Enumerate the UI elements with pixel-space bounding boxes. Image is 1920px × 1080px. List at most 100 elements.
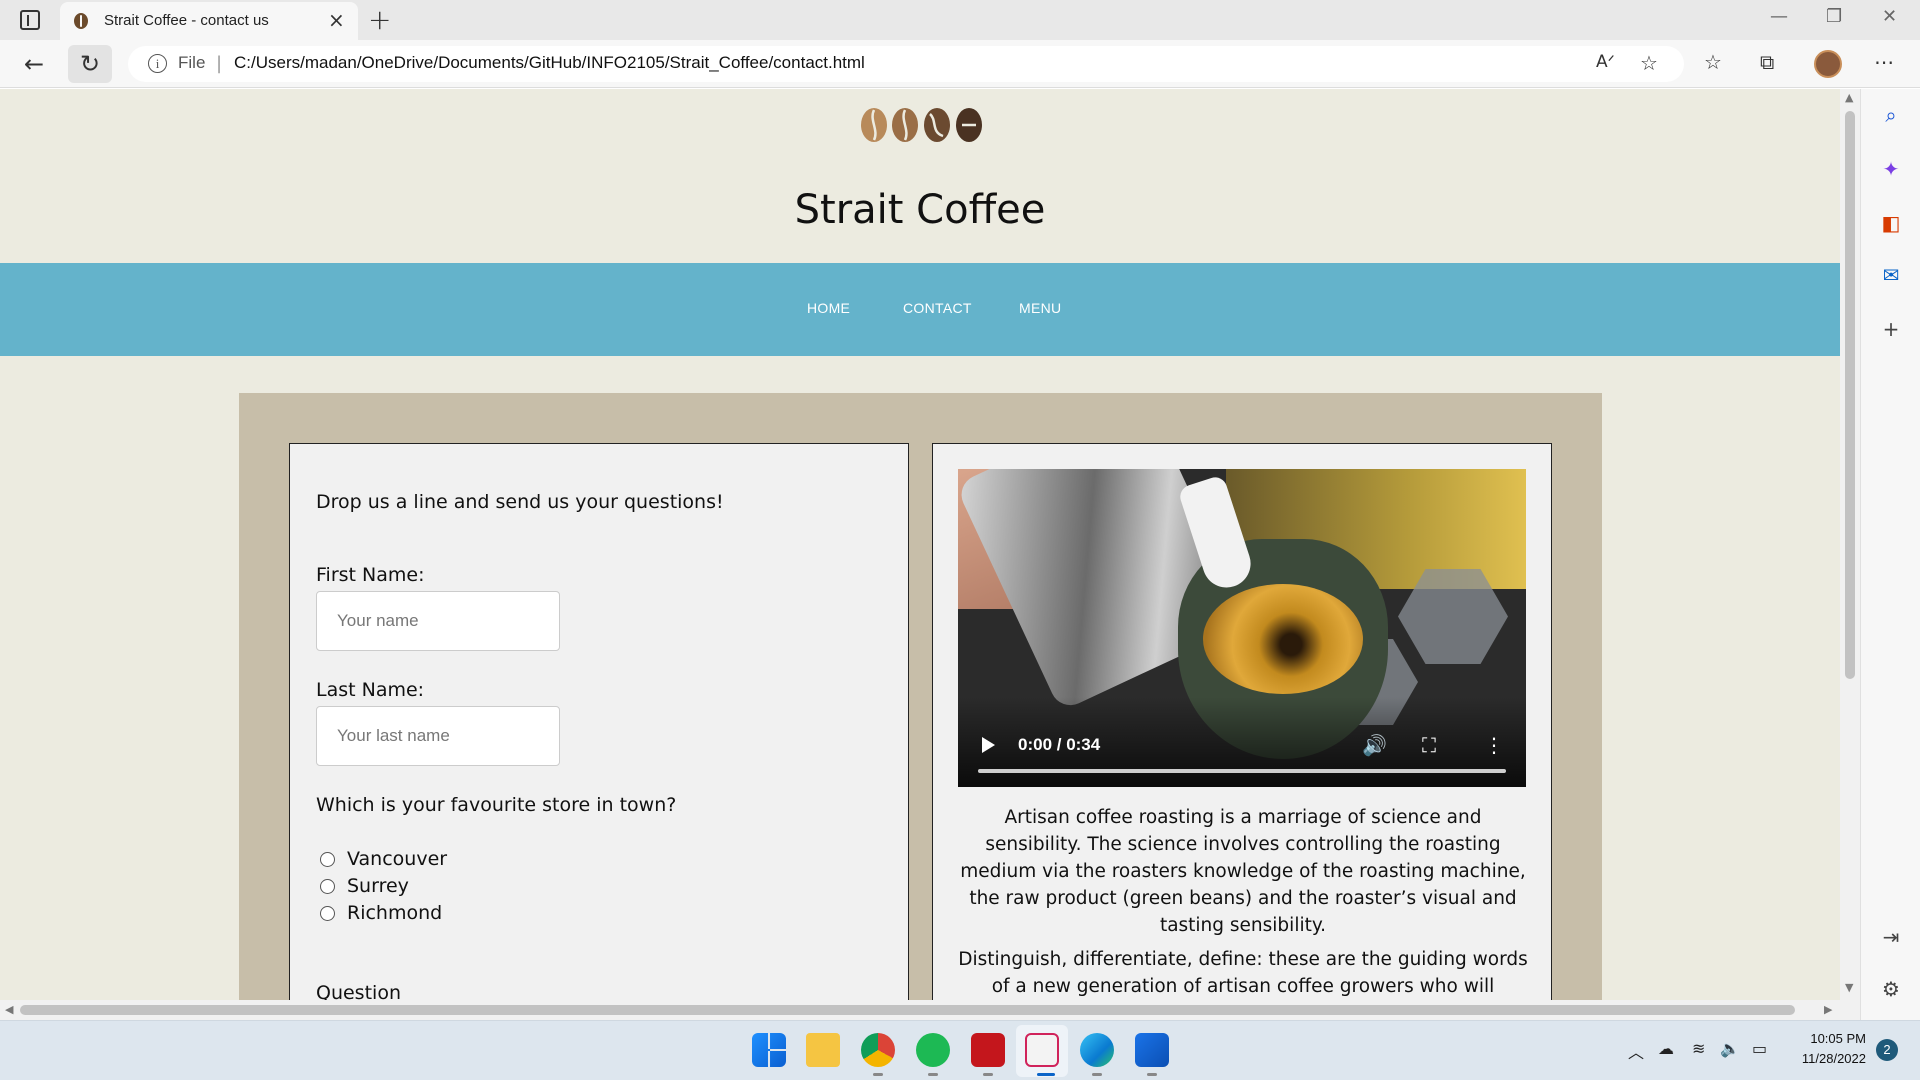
store-label: Vancouver [347,848,448,870]
last-name-input[interactable] [316,706,560,766]
add-sidebar-app-icon[interactable]: + [1879,317,1903,341]
horizontal-scroll-thumb[interactable] [20,1005,1795,1015]
add-favorite-icon[interactable]: ☆ [1640,51,1658,75]
restore-icon[interactable]: ❐ [1826,6,1842,27]
page-viewport: Strait Coffee HOME CONTACT MENU Drop us … [0,89,1840,1000]
nav-menu[interactable]: MENU [1019,300,1061,316]
windows-taskbar: ︿ ☁ ≋ 🔈 ▭ 10:05 PM 11/28/2022 2 [0,1020,1920,1080]
running-indicator [1037,1073,1055,1076]
store-label: Richmond [347,902,443,924]
clock-time[interactable]: 10:05 PM [1786,1031,1866,1046]
scroll-left-icon[interactable]: ◀ [5,1003,13,1016]
more-options-icon[interactable]: ⋯ [1874,50,1894,74]
tab-actions-icon[interactable] [20,10,40,30]
search-icon[interactable]: ⌕ [1879,103,1903,127]
address-divider: | [216,53,223,74]
notification-badge[interactable]: 2 [1876,1039,1898,1061]
scroll-down-icon[interactable]: ▼ [1845,981,1853,994]
site-title: Strait Coffee [794,187,1046,233]
edge-sidebar: ⌕ ✦ ◧ ✉ + ⇥ ⚙ [1860,89,1920,1020]
office-icon[interactable]: ◧ [1879,211,1903,235]
favorites-icon[interactable]: ☆ [1704,50,1722,74]
chrome-icon[interactable] [861,1033,895,1067]
microsoft-store-icon[interactable] [1135,1033,1169,1067]
show-hidden-icons-icon[interactable]: ︿ [1628,1039,1644,1063]
url-text[interactable]: C:/Users/madan/OneDrive/Documents/GitHub… [234,53,865,73]
acrobat-icon[interactable] [971,1033,1005,1067]
radio-button[interactable] [320,851,335,867]
hide-sidebar-icon[interactable]: ⇥ [1879,925,1903,949]
browser-toolbar: ← ↻ i File | C:/Users/madan/OneDrive/Doc… [0,40,1920,88]
volume-icon[interactable]: 🔊 [1362,733,1387,757]
radio-button[interactable] [320,905,335,921]
wifi-icon[interactable]: ≋ [1692,1039,1705,1058]
browser-tab-bar: Strait Coffee - contact us × + — ❐ ✕ [0,0,1920,40]
edge-icon[interactable] [1080,1033,1114,1067]
fullscreen-icon[interactable]: ⛶ [1422,733,1436,757]
horizontal-scrollbar[interactable]: ◀ ▶ [0,1000,1860,1020]
volume-tray-icon[interactable]: 🔈 [1720,1039,1740,1058]
copilot-icon[interactable]: ✦ [1879,157,1903,181]
store-option-richmond[interactable]: Richmond [320,902,442,924]
browser-tab[interactable]: Strait Coffee - contact us × [60,2,358,40]
form-intro: Drop us a line and send us your question… [316,491,724,513]
file-explorer-icon[interactable] [806,1033,840,1067]
address-bar[interactable]: i File | C:/Users/madan/OneDrive/Documen… [128,46,1684,82]
store-option-surrey[interactable]: Surrey [320,875,409,897]
outlook-icon[interactable]: ✉ [1879,263,1903,287]
start-icon[interactable] [752,1033,786,1067]
play-icon[interactable] [982,737,995,753]
contact-form-card: Drop us a line and send us your question… [289,443,909,1000]
new-tab-icon[interactable]: + [368,3,391,36]
collections-icon[interactable]: ⧉ [1760,50,1774,74]
about-paragraph-2: Distinguish, differentiate, define: thes… [958,949,1528,997]
content-section: Drop us a line and send us your question… [239,393,1602,1000]
first-name-label: First Name: [316,564,425,586]
clock-date[interactable]: 11/28/2022 [1786,1051,1866,1066]
vertical-scroll-thumb[interactable] [1845,111,1855,679]
vertical-scrollbar[interactable]: ▲ ▼ [1840,89,1860,1000]
coffee-beans-logo [861,108,982,142]
about-paragraph-1: Artisan coffee roasting is a marriage of… [960,807,1526,936]
store-question: Which is your favourite store in town? [316,794,677,816]
minimize-icon[interactable]: — [1770,6,1788,27]
radio-button[interactable] [320,878,335,894]
spotify-icon[interactable] [916,1033,950,1067]
running-indicator [983,1073,993,1076]
scroll-up-icon[interactable]: ▲ [1845,91,1853,104]
snipping-tool-icon[interactable] [1025,1033,1059,1067]
close-tab-icon[interactable]: × [328,8,345,32]
running-indicator [928,1073,938,1076]
running-indicator [873,1073,883,1076]
main-nav: HOME CONTACT MENU [0,263,1840,356]
video-progress-bar[interactable] [978,769,1506,773]
running-indicator [1092,1073,1102,1076]
read-aloud-icon[interactable]: Aᐟ [1596,52,1615,72]
sidebar-settings-icon[interactable]: ⚙ [1879,977,1903,1001]
back-arrow-icon[interactable]: ← [18,48,50,80]
nav-home[interactable]: HOME [807,300,850,316]
coffee-video-player[interactable]: 0:00 / 0:34 🔊 ⛶ ⋮ [958,469,1526,787]
running-indicator [1147,1073,1157,1076]
info-icon[interactable]: i [148,54,167,73]
question-label: Question [316,982,401,1000]
onedrive-icon[interactable]: ☁ [1658,1039,1674,1058]
last-name-label: Last Name: [316,679,425,701]
tab-title: Strait Coffee - contact us [104,12,269,29]
address-scheme: File [178,53,206,72]
close-window-icon[interactable]: ✕ [1882,6,1897,27]
nav-contact[interactable]: CONTACT [903,300,972,316]
first-name-input[interactable] [316,591,560,651]
video-card: 0:00 / 0:34 🔊 ⛶ ⋮ Artisan coffee roastin… [932,443,1552,1000]
video-controls: 0:00 / 0:34 🔊 ⛶ ⋮ [958,697,1526,787]
coffee-bean-favicon-icon [74,13,88,29]
refresh-icon[interactable]: ↻ [74,48,106,80]
store-label: Surrey [347,875,409,897]
scroll-right-icon[interactable]: ▶ [1824,1003,1832,1016]
store-option-vancouver[interactable]: Vancouver [320,848,447,870]
video-frame-coffee [1203,584,1363,694]
video-more-icon[interactable]: ⋮ [1484,733,1504,757]
profile-avatar[interactable] [1814,50,1842,78]
battery-icon[interactable]: ▭ [1752,1039,1767,1058]
video-time: 0:00 / 0:34 [1018,735,1101,754]
